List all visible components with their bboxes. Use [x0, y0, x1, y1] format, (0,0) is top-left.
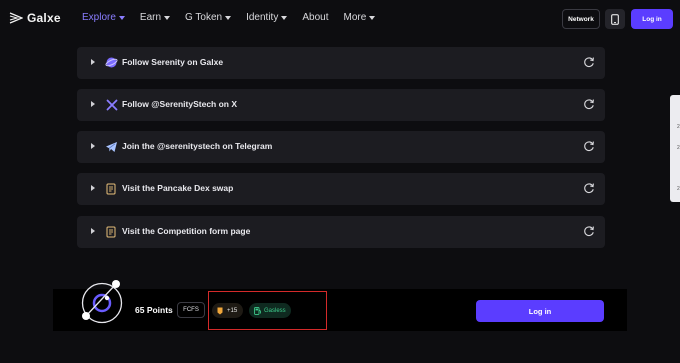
- galxe-logo-icon: [9, 12, 23, 24]
- claim-login-button[interactable]: Log in: [476, 300, 604, 322]
- expand-arrow-icon[interactable]: [91, 228, 95, 234]
- side-tab-mark: 2: [677, 186, 680, 192]
- galxe-logo[interactable]: Galxe: [9, 11, 61, 25]
- side-tab-mark: 2: [677, 145, 680, 151]
- reward-badge-label: +15: [227, 307, 238, 314]
- reward-token-icon: [217, 307, 223, 314]
- visit-link-icon: [105, 182, 118, 195]
- refresh-icon[interactable]: [583, 140, 595, 152]
- phone-icon: [611, 13, 619, 25]
- refresh-icon[interactable]: [583, 56, 595, 68]
- side-tab-mark: 2: [677, 124, 680, 130]
- task-label: Join the @serenitystech on Telegram: [122, 141, 273, 151]
- expand-arrow-icon[interactable]: [91, 101, 95, 107]
- refresh-icon[interactable]: [583, 225, 595, 237]
- nav-explore[interactable]: Explore: [82, 12, 125, 23]
- refresh-icon[interactable]: [583, 98, 595, 110]
- refresh-icon[interactable]: [583, 182, 595, 194]
- galxe-orbit-logo: [81, 280, 123, 324]
- gasless-label: Gasless: [264, 307, 286, 314]
- nav-label: More: [343, 12, 367, 23]
- nav-about[interactable]: About: [302, 12, 328, 23]
- nav-more[interactable]: More: [343, 12, 376, 23]
- top-navbar: Galxe Explore Earn G Token Identity Abou…: [0, 0, 680, 38]
- task-label: Follow Serenity on Galxe: [122, 57, 224, 67]
- galxe-follow-icon: [105, 56, 118, 69]
- nav-label: Identity: [246, 12, 279, 23]
- task-row[interactable]: Visit the Competition form page: [77, 216, 605, 248]
- nav-identity[interactable]: Identity: [246, 12, 288, 23]
- fcfs-badge: FCFS: [177, 302, 205, 318]
- visit-link-icon: [105, 225, 118, 238]
- expand-arrow-icon[interactable]: [91, 59, 95, 65]
- nav-label: About: [302, 12, 329, 23]
- chevron-down-icon: [369, 16, 376, 20]
- nav-earn[interactable]: Earn: [139, 12, 171, 23]
- mobile-app-button[interactable]: [605, 9, 625, 29]
- expand-arrow-icon[interactable]: [91, 185, 95, 191]
- points-label: 65 Points: [135, 305, 173, 315]
- telegram-icon: [105, 140, 118, 153]
- nav-g-token[interactable]: G Token: [185, 12, 232, 23]
- nav-label: Earn: [139, 12, 162, 23]
- logo-text: Galxe: [27, 11, 61, 25]
- task-label: Visit the Pancake Dex swap: [122, 183, 234, 193]
- chevron-down-icon: [225, 16, 232, 20]
- task-label: Follow @SerenityStech on X: [122, 99, 238, 109]
- nav-label: G Token: [185, 12, 223, 23]
- task-row[interactable]: Follow @SerenityStech on X: [77, 89, 605, 121]
- nav-label: Explore: [82, 12, 116, 23]
- x-icon: [105, 98, 118, 111]
- gasless-badge: Gasless: [249, 303, 291, 318]
- network-button[interactable]: Network: [562, 9, 600, 29]
- main-nav: Explore Earn G Token Identity About More: [82, 12, 390, 23]
- expand-arrow-icon[interactable]: [91, 143, 95, 149]
- chevron-down-icon: [164, 16, 171, 20]
- task-row[interactable]: Join the @serenitystech on Telegram: [77, 131, 605, 163]
- task-row[interactable]: Follow Serenity on Galxe: [77, 47, 605, 79]
- chevron-down-icon: [281, 16, 288, 20]
- reward-badge[interactable]: +15: [212, 303, 243, 318]
- gas-pump-icon: [254, 306, 261, 315]
- task-label: Visit the Competition form page: [122, 226, 251, 236]
- chevron-down-icon: [118, 16, 125, 20]
- login-button[interactable]: Log in: [631, 9, 673, 29]
- task-row[interactable]: Visit the Pancake Dex swap: [77, 173, 605, 205]
